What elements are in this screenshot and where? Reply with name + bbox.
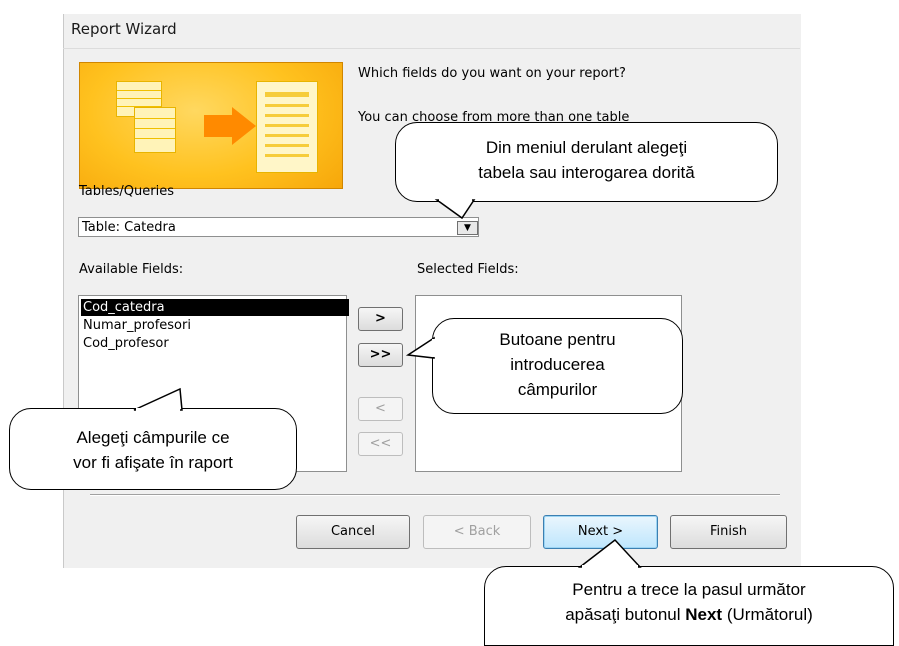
callout-next-tail	[577, 538, 642, 568]
